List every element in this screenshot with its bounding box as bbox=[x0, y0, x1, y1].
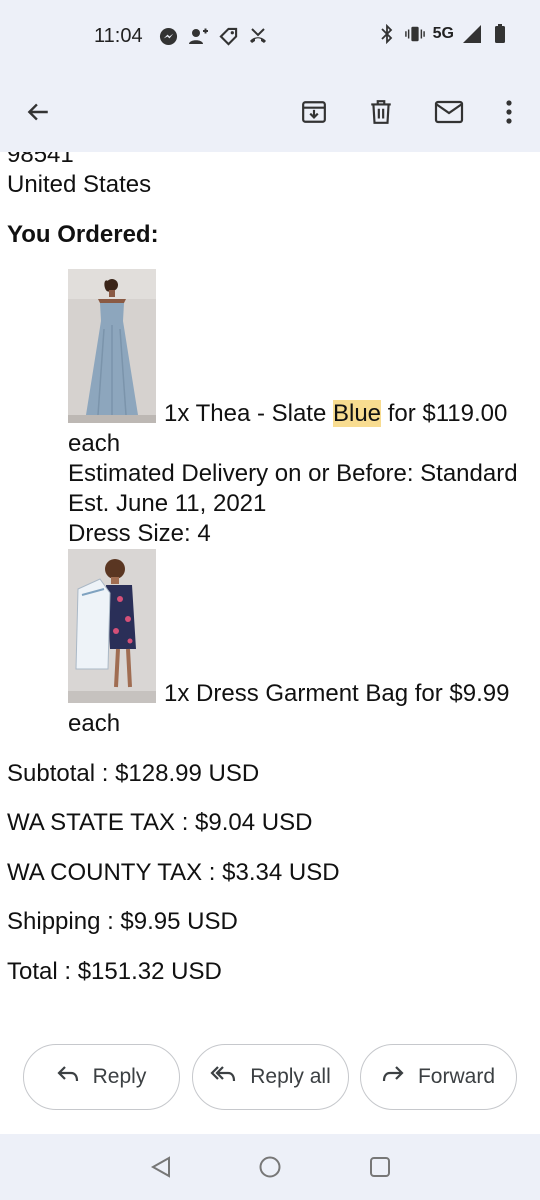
battery-icon bbox=[490, 24, 510, 44]
reply-all-label: Reply all bbox=[250, 1065, 331, 1088]
forward-label: Forward bbox=[417, 1065, 496, 1088]
delete-icon[interactable] bbox=[359, 90, 403, 134]
item-price: for $119.00 bbox=[381, 400, 508, 427]
system-nav-bar bbox=[0, 1134, 540, 1200]
reply-button[interactable]: Reply bbox=[23, 1044, 180, 1110]
state-tax: WA STATE TAX : $9.04 USD bbox=[7, 809, 313, 836]
order-total: Total : $151.32 USD bbox=[7, 958, 222, 985]
delivery-estimate: Estimated Delivery on or Before: Standar… bbox=[68, 460, 518, 487]
bluetooth-icon bbox=[377, 24, 397, 44]
messenger-icon bbox=[158, 26, 178, 46]
shipping: Shipping : $9.95 USD bbox=[7, 908, 238, 935]
email-toolbar bbox=[0, 72, 540, 152]
forward-button[interactable]: Forward bbox=[360, 1044, 517, 1110]
reply-label: Reply bbox=[92, 1065, 147, 1088]
nav-home-icon[interactable] bbox=[257, 1154, 283, 1180]
missed-call-icon bbox=[248, 26, 268, 46]
item-each: each bbox=[68, 710, 121, 737]
item-line: 1x Dress Garment Bag for $9.99 bbox=[164, 680, 510, 707]
network-type: 5G bbox=[432, 25, 454, 42]
status-bar: 11:04 5G bbox=[0, 0, 540, 72]
dress-size: Dress Size: 4 bbox=[68, 520, 211, 547]
item-title-prefix: 1x Thea - Slate bbox=[164, 400, 333, 427]
address-postal-code: 98541 bbox=[7, 152, 74, 168]
status-time: 11:04 bbox=[94, 25, 143, 47]
reply-icon bbox=[57, 1065, 79, 1089]
item-each: each bbox=[68, 430, 121, 457]
order-item: 1x Dress Garment Bag for $9.99 each bbox=[68, 549, 540, 739]
garment-bag-photo[interactable] bbox=[68, 549, 156, 703]
back-arrow-icon[interactable] bbox=[16, 90, 60, 134]
more-vert-icon[interactable] bbox=[487, 90, 531, 134]
status-system-icons: 5G bbox=[377, 24, 510, 44]
reply-all-icon bbox=[210, 1065, 236, 1089]
reply-actions: Reply Reply all Forward bbox=[0, 1044, 540, 1110]
signal-icon bbox=[462, 24, 482, 44]
dress-photo[interactable] bbox=[68, 269, 156, 423]
email-body: 98541 United States You Ordered: 1x Thea… bbox=[0, 152, 540, 1032]
order-item: 1x Thea - Slate Blue for $119.00 each Es… bbox=[68, 269, 540, 551]
tag-icon bbox=[218, 26, 238, 46]
item-line: 1x Thea - Slate Blue for $119.00 bbox=[164, 399, 507, 429]
county-tax: WA COUNTY TAX : $3.34 USD bbox=[7, 859, 340, 886]
mark-unread-icon[interactable] bbox=[427, 90, 471, 134]
subtotal: Subtotal : $128.99 USD bbox=[7, 760, 260, 787]
you-ordered-heading: You Ordered: bbox=[7, 221, 159, 248]
delivery-date: Est. June 11, 2021 bbox=[68, 490, 267, 517]
archive-icon[interactable] bbox=[292, 90, 336, 134]
status-notification-icons bbox=[158, 26, 268, 46]
forward-icon bbox=[382, 1065, 404, 1089]
add-person-icon bbox=[188, 26, 208, 46]
reply-all-button[interactable]: Reply all bbox=[192, 1044, 349, 1110]
address-country: United States bbox=[7, 171, 152, 198]
nav-back-icon[interactable] bbox=[148, 1154, 174, 1180]
vibrate-icon bbox=[404, 24, 425, 44]
search-highlight: Blue bbox=[332, 400, 382, 427]
nav-recents-icon[interactable] bbox=[367, 1154, 393, 1180]
